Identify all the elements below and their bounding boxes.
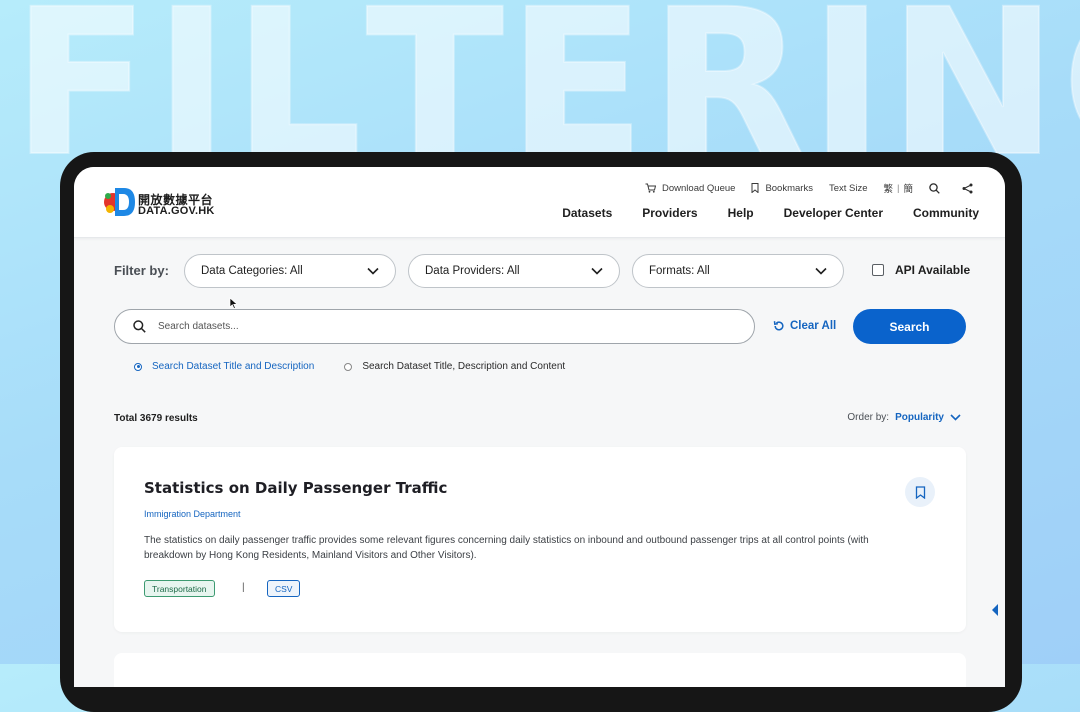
bookmarks-label: Bookmarks xyxy=(765,182,813,194)
browser-screen: 開放數據平台 DATA.GOV.HK Download Queue Bookma… xyxy=(74,167,1005,687)
search-scope-options: Search Dataset Title and Description Sea… xyxy=(134,361,595,372)
formats-value: Formats: All xyxy=(649,265,710,277)
text-size-label: Text Size xyxy=(828,182,868,194)
nav-developer-center[interactable]: Developer Center xyxy=(784,206,883,220)
search-icon xyxy=(929,182,940,194)
reset-icon xyxy=(773,321,784,331)
download-queue-label: Download Queue xyxy=(662,182,736,194)
nav-community[interactable]: Community xyxy=(913,206,979,220)
radio-selected[interactable] xyxy=(134,362,142,371)
search-button[interactable]: Search xyxy=(853,309,966,344)
data-providers-dropdown[interactable]: Data Providers: All xyxy=(408,254,620,288)
logo-english-text: DATA.GOV.HK xyxy=(138,205,215,217)
site-logo[interactable]: 開放數據平台 DATA.GOV.HK xyxy=(102,185,222,221)
lang-simplified[interactable]: 簡 xyxy=(903,181,913,195)
order-by-label: Order by: xyxy=(847,412,890,423)
api-available-label: API Available xyxy=(895,263,971,277)
lang-separator: | xyxy=(897,182,900,194)
side-panel-toggle[interactable] xyxy=(992,604,998,616)
tag-separator: | xyxy=(242,582,245,593)
text-size-link[interactable]: Text Size xyxy=(829,183,868,194)
bookmark-dataset-button[interactable] xyxy=(905,477,935,507)
share-icon xyxy=(962,183,973,193)
format-tag[interactable]: CSV xyxy=(267,580,301,597)
clear-all-label: Clear All xyxy=(790,320,837,332)
data-providers-value: Data Providers: All xyxy=(425,265,520,277)
dataset-card-next xyxy=(114,653,966,687)
chevron-down-icon xyxy=(367,267,379,275)
results-total: Total 3679 results xyxy=(114,413,198,424)
chevron-down-icon xyxy=(815,267,827,275)
search-scope-label: Search Dataset Title and Description xyxy=(152,361,315,372)
search-scope-title-description-content[interactable]: Search Dataset Title, Description and Co… xyxy=(344,361,565,372)
dataset-provider[interactable]: Immigration Department xyxy=(144,509,241,519)
api-available-checkbox[interactable] xyxy=(872,264,884,276)
search-scope-title-description[interactable]: Search Dataset Title and Description xyxy=(134,361,314,372)
nav-providers[interactable]: Providers xyxy=(642,206,697,220)
header-search-button[interactable] xyxy=(929,182,946,194)
utility-bar: Download Queue Bookmarks Text Size 繁 | 簡 xyxy=(629,181,979,195)
download-queue-link[interactable]: Download Queue xyxy=(645,183,735,194)
data-categories-value: Data Categories: All xyxy=(201,265,303,277)
search-scope-label: Search Dataset Title, Description and Co… xyxy=(362,361,566,372)
order-by-value[interactable]: Popularity xyxy=(895,412,944,423)
site-header: 開放數據平台 DATA.GOV.HK Download Queue Bookma… xyxy=(74,167,1005,238)
lang-traditional[interactable]: 繁 xyxy=(884,181,894,195)
data-categories-dropdown[interactable]: Data Categories: All xyxy=(184,254,396,288)
formats-dropdown[interactable]: Formats: All xyxy=(632,254,844,288)
logo-mark-icon xyxy=(104,188,135,216)
chevron-down-icon xyxy=(591,267,603,275)
bookmark-icon xyxy=(915,485,925,499)
api-available-filter[interactable]: API Available xyxy=(872,263,970,277)
search-input[interactable] xyxy=(156,320,720,333)
filter-label: Filter by: xyxy=(114,263,169,278)
clear-all-button[interactable]: Clear All xyxy=(773,320,836,332)
nav-datasets[interactable]: Datasets xyxy=(562,206,612,220)
dataset-card: Statistics on Daily Passenger Traffic Im… xyxy=(114,447,966,632)
chevron-down-icon[interactable] xyxy=(950,414,961,421)
language-switch: 繁 | 簡 xyxy=(884,181,914,196)
category-tag[interactable]: Transportation xyxy=(144,580,215,597)
bookmarks-link[interactable]: Bookmarks xyxy=(751,183,813,194)
order-by-control: Order by: Popularity xyxy=(847,412,961,423)
bookmark-icon xyxy=(751,183,759,193)
dataset-title[interactable]: Statistics on Daily Passenger Traffic xyxy=(144,479,447,497)
cart-icon xyxy=(645,183,657,193)
radio-unselected[interactable] xyxy=(344,362,353,371)
nav-help[interactable]: Help xyxy=(728,206,754,220)
search-icon xyxy=(133,320,146,333)
share-button[interactable] xyxy=(962,183,979,194)
dataset-search-box xyxy=(114,309,755,344)
mouse-cursor-icon xyxy=(229,297,238,310)
dataset-description: The statistics on daily passenger traffi… xyxy=(144,535,869,561)
main-nav: Datasets Providers Help Developer Center… xyxy=(532,206,979,220)
